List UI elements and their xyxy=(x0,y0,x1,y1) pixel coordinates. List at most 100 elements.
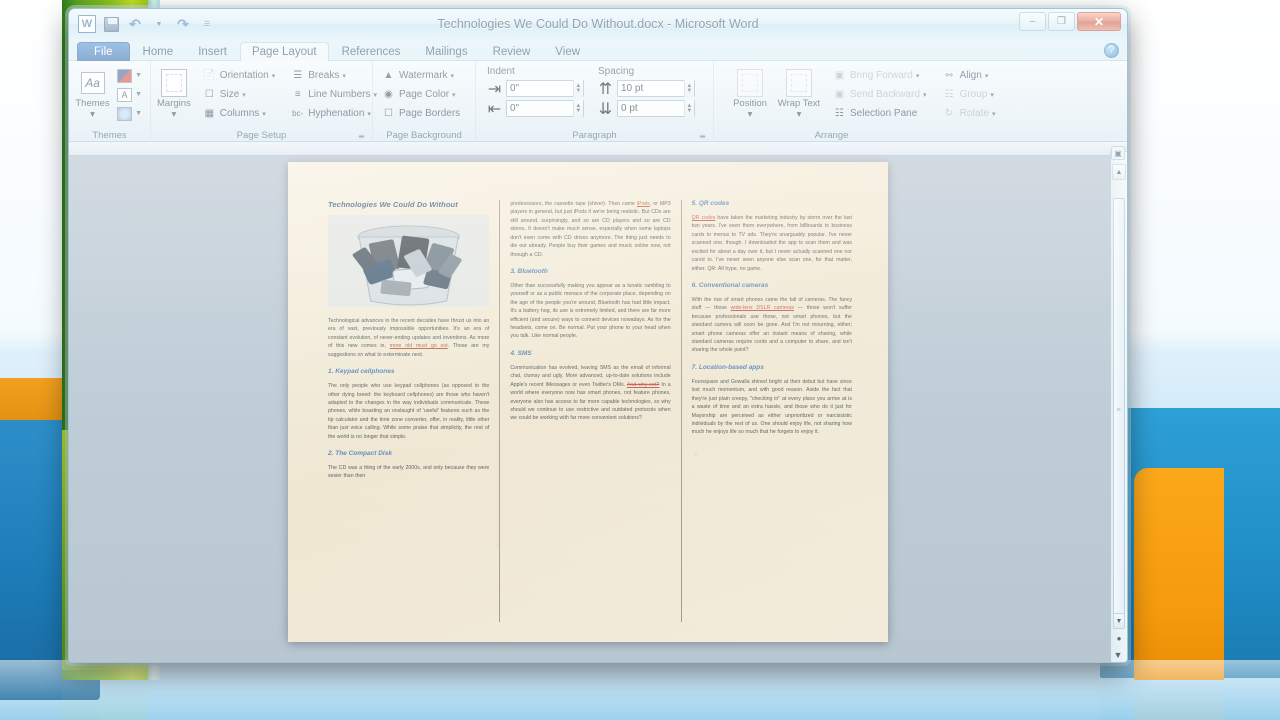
undo-dropdown-icon[interactable]: ▼ xyxy=(149,15,169,34)
orientation-caret-icon[interactable]: ▾ xyxy=(272,72,276,80)
tab-review[interactable]: Review xyxy=(481,42,543,61)
window-controls[interactable]: – ❐ ✕ xyxy=(1019,12,1121,31)
group-caret-icon[interactable]: ▾ xyxy=(990,91,994,99)
link-ipods[interactable]: iPods xyxy=(637,201,650,207)
group-title-paragraph-text: Paragraph xyxy=(572,130,616,141)
restore-button[interactable]: ❐ xyxy=(1048,12,1075,31)
wallpaper-block-orange-right xyxy=(1134,468,1224,680)
spacing-after-input[interactable] xyxy=(618,101,684,116)
bring-forward-icon: ▣ xyxy=(832,68,847,83)
minimize-button[interactable]: – xyxy=(1019,12,1046,31)
selection-pane-button[interactable]: ☷ Selection Pane xyxy=(829,105,930,122)
breaks-caret-icon[interactable]: ▾ xyxy=(342,72,346,80)
theme-fonts-button[interactable]: A ▼ xyxy=(114,86,145,103)
spacing-before-stepper[interactable]: ▲▼ xyxy=(617,80,695,97)
position-caret-icon[interactable]: ▾ xyxy=(748,110,753,120)
next-page-button[interactable]: ▼ xyxy=(1111,648,1125,662)
page-setup-dialog-launcher-icon[interactable]: ⬌ xyxy=(358,132,365,141)
word-window: W ↶ ▼ ↷ ☰ Technologies We Could Do Witho… xyxy=(68,8,1128,663)
columns-button[interactable]: ▦ Columns ▾ xyxy=(199,105,278,122)
page-color-button[interactable]: ◉ Page Color ▾ xyxy=(378,86,463,103)
document-page[interactable]: Technologies We Could Do Without xyxy=(288,162,888,642)
tab-references[interactable]: References xyxy=(330,42,413,61)
link-qr-codes[interactable]: QR codes xyxy=(692,215,716,221)
undo-icon[interactable]: ↶ xyxy=(125,15,145,34)
columns-caret-icon[interactable]: ▾ xyxy=(262,110,266,118)
theme-colors-caret-icon[interactable]: ▼ xyxy=(135,72,142,79)
rotate-caret-icon[interactable]: ▾ xyxy=(992,110,996,118)
indent-left-input[interactable] xyxy=(507,81,573,96)
bring-forward-button[interactable]: ▣ Bring Forward ▾ xyxy=(829,67,930,84)
title-bar[interactable]: W ↶ ▼ ↷ ☰ Technologies We Could Do Witho… xyxy=(69,9,1127,39)
document-canvas[interactable]: Technologies We Could Do Without xyxy=(69,142,1127,663)
watermark-button[interactable]: ▲ Watermark ▾ xyxy=(378,67,463,84)
tab-page-layout[interactable]: Page Layout xyxy=(240,42,329,61)
redo-icon[interactable]: ↷ xyxy=(173,15,193,34)
close-button[interactable]: ✕ xyxy=(1077,12,1121,31)
page-borders-button[interactable]: ☐ Page Borders xyxy=(378,105,463,122)
spacing-before-input[interactable] xyxy=(618,81,684,96)
margins-button[interactable]: Margins ▾ xyxy=(156,66,192,122)
theme-effects-caret-icon[interactable]: ▼ xyxy=(135,110,142,117)
align-caret-icon[interactable]: ▾ xyxy=(985,72,989,80)
wrap-text-button[interactable]: Wrap Text ▾ xyxy=(776,66,822,122)
scrollbar-thumb[interactable]: ≡ xyxy=(1113,198,1125,623)
indent-right-stepper[interactable]: ▲▼ xyxy=(506,100,584,117)
orientation-button[interactable]: 📄 Orientation ▾ xyxy=(199,67,278,84)
link-wide-lens-dslr-cameras[interactable]: wide-lens DSLR cameras xyxy=(731,305,794,311)
margins-caret-icon[interactable]: ▾ xyxy=(172,110,177,120)
view-ruler-icon[interactable]: ▣ xyxy=(1111,146,1125,160)
theme-colors-button[interactable]: ▼ xyxy=(114,67,145,84)
indent-right-arrows-icon[interactable]: ▲▼ xyxy=(573,100,583,117)
tab-home[interactable]: Home xyxy=(131,42,186,61)
browse-object-button[interactable]: ● xyxy=(1112,630,1126,646)
scroll-up-button[interactable]: ▲ xyxy=(1112,164,1126,180)
bring-forward-caret-icon[interactable]: ▾ xyxy=(916,72,920,80)
horizontal-ruler[interactable] xyxy=(69,142,1127,156)
group-button[interactable]: ☷ Group ▾ xyxy=(939,86,999,103)
paragraph-dialog-launcher-icon[interactable]: ⬌ xyxy=(699,132,706,141)
selection-pane-icon: ☷ xyxy=(832,106,847,121)
strikethrough-and-why-not[interactable]: And why not? xyxy=(627,382,660,388)
breaks-button[interactable]: ☰ Breaks ▾ xyxy=(287,67,380,84)
tab-view[interactable]: View xyxy=(543,42,592,61)
ribbon-tab-bar[interactable]: File Home Insert Page Layout References … xyxy=(69,39,1127,61)
group-label: Group xyxy=(960,89,988,100)
spacing-after-arrows-icon[interactable]: ▲▼ xyxy=(684,100,694,117)
watermark-caret-icon[interactable]: ▾ xyxy=(451,72,455,80)
send-backward-caret-icon[interactable]: ▾ xyxy=(923,91,927,99)
gadgets-trash-photo[interactable] xyxy=(328,215,489,307)
save-icon[interactable] xyxy=(101,15,121,34)
align-button[interactable]: ⇿ Align ▾ xyxy=(939,67,999,84)
tab-insert[interactable]: Insert xyxy=(186,42,239,61)
size-button[interactable]: ☐ Size ▾ xyxy=(199,86,278,103)
line-numbers-button[interactable]: ≡ Line Numbers ▾ xyxy=(287,86,380,103)
size-caret-icon[interactable]: ▾ xyxy=(242,91,246,99)
link-more-old-must-go-out[interactable]: more old must go out xyxy=(390,343,448,349)
hyphenation-button[interactable]: bc‑ Hyphenation ▾ xyxy=(287,105,380,122)
indent-left-arrows-icon[interactable]: ▲▼ xyxy=(573,80,583,97)
orientation-icon: 📄 xyxy=(202,68,217,83)
send-backward-button[interactable]: ▣ Send Backward ▾ xyxy=(829,86,930,103)
tab-file[interactable]: File xyxy=(77,42,130,61)
theme-effects-button[interactable]: ▼ xyxy=(114,105,145,122)
themes-caret-icon[interactable]: ▾ xyxy=(90,110,95,120)
position-button[interactable]: Position ▾ xyxy=(727,66,773,122)
indent-right-input[interactable] xyxy=(507,101,573,116)
theme-fonts-caret-icon[interactable]: ▼ xyxy=(135,91,142,98)
spacing-before-arrows-icon[interactable]: ▲▼ xyxy=(684,80,694,97)
wrap-text-caret-icon[interactable]: ▾ xyxy=(797,110,802,120)
tab-mailings[interactable]: Mailings xyxy=(413,42,479,61)
rotate-button[interactable]: ↻ Rotate ▾ xyxy=(939,105,999,122)
customize-qat-icon[interactable]: ☰ xyxy=(197,15,217,34)
themes-button[interactable]: Aa Themes ▾ xyxy=(74,66,111,122)
word-logo-icon[interactable]: W xyxy=(77,15,97,34)
page-color-caret-icon[interactable]: ▾ xyxy=(452,91,456,99)
scroll-down-button[interactable]: ▼ xyxy=(1113,613,1125,629)
hyphenation-caret-icon[interactable]: ▾ xyxy=(367,110,371,118)
quick-access-toolbar[interactable]: W ↶ ▼ ↷ ☰ xyxy=(69,13,217,35)
vertical-scrollbar[interactable]: ▣ ▲ ≡ ▼ ● ▼ xyxy=(1110,142,1127,663)
indent-left-stepper[interactable]: ▲▼ xyxy=(506,80,584,97)
spacing-after-stepper[interactable]: ▲▼ xyxy=(617,100,695,117)
help-icon[interactable]: ? xyxy=(1104,43,1119,58)
